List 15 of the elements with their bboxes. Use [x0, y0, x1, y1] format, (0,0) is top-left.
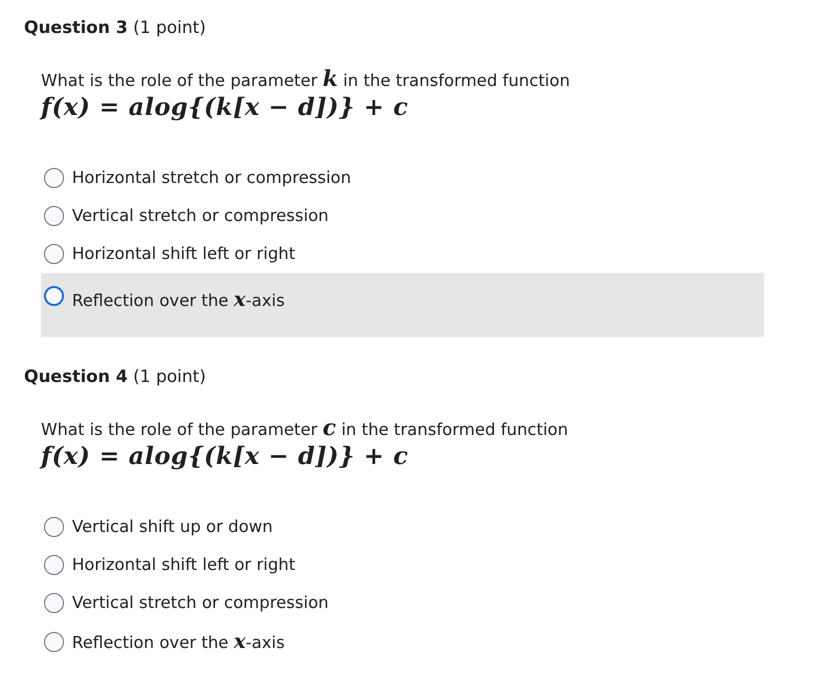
option-label: Vertical stretch or compression — [72, 205, 329, 227]
question-prompt: What is the role of the parameter c in the transformed function — [41, 417, 570, 441]
question-heading: Question 3 (1 point) — [24, 18, 207, 38]
option-label: Vertical shift up or down — [72, 516, 273, 538]
highlighted-option-row[interactable]: Reflection over the x-axis — [41, 273, 764, 337]
option-label: Vertical stretch or compression — [72, 592, 329, 614]
option-label: Horizontal shift left or right — [72, 243, 296, 265]
option-label: Reflection over the x-axis — [72, 628, 285, 655]
option-label: Reflection over the x-axis — [72, 286, 285, 313]
question-heading: Question 4 (1 point) — [24, 367, 207, 387]
math-formula: f(x) = alog{(k[x − d])} + c — [41, 441, 410, 470]
math-formula: f(x) = alog{(k[x − d])} + c — [41, 92, 410, 121]
question-prompt: What is the role of the parameter k in the transformed function — [41, 68, 571, 92]
option-label: Horizontal stretch or compression — [72, 167, 352, 189]
option-label: Horizontal shift left or right — [72, 554, 296, 576]
